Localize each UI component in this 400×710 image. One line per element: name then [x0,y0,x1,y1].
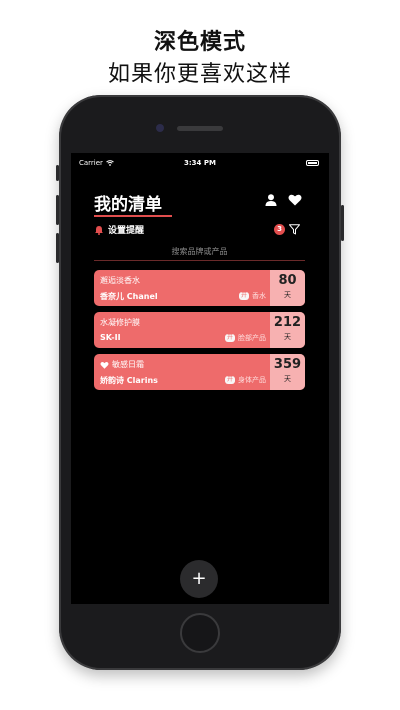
list-item[interactable]: 邂逅淡香水 香奈儿 Chanel 开 香水 80 天 [94,270,305,306]
open-tag: 开 [224,334,235,342]
add-item-button[interactable]: + [180,560,218,598]
item-category: 开 香水 [238,292,266,300]
title-underline [94,215,172,217]
front-camera [156,124,164,132]
item-name: 敏感日霜 [100,359,144,370]
item-category: 开 脸部产品 [224,334,266,342]
item-name: 邂逅淡香水 [100,276,140,285]
favorite-heart-icon [100,361,109,369]
phone-frame: Carrier 3:34 PM 我的清单 设置提醒 3 搜索品牌或产品 邂逅淡香… [56,95,344,670]
status-time: 3:34 PM [184,159,216,167]
open-tag: 开 [224,376,235,384]
open-tag: 开 [238,292,249,300]
days-remaining: 359 天 [270,354,305,390]
volume-down-button [56,233,59,263]
list-item[interactable]: 水凝修护膜 SK-II 开 脸部产品 212 天 [94,312,305,348]
days-unit: 天 [284,333,291,341]
home-button[interactable] [180,613,220,653]
app-screen: Carrier 3:34 PM 我的清单 设置提醒 3 搜索品牌或产品 邂逅淡香… [71,153,329,604]
plus-icon: + [191,568,207,589]
item-brand: 香奈儿 Chanel [100,292,158,301]
days-count: 359 [273,357,302,372]
volume-up-button [56,195,59,225]
item-main[interactable]: 水凝修护膜 SK-II 开 脸部产品 [94,312,270,348]
item-brand: SK-II [100,333,121,342]
status-bar: Carrier 3:34 PM [71,159,329,171]
promo-subtitle: 如果你更喜欢这样 [107,62,292,87]
days-remaining: 212 天 [270,312,305,348]
days-remaining: 80 天 [270,270,305,306]
notification-badge: 3 [274,224,285,235]
mute-switch [56,165,59,181]
reminder-label: 设置提醒 [108,226,145,236]
promo-title: 深色模式 [153,30,246,55]
item-brand: 娇韵诗 Clarins [100,376,158,385]
item-name: 水凝修护膜 [100,318,140,327]
days-count: 212 [273,315,302,330]
heart-icon[interactable] [288,193,302,207]
item-category: 开 身体产品 [224,376,266,384]
item-main[interactable]: 敏感日霜 娇韵诗 Clarins 开 身体产品 [94,354,270,390]
item-main[interactable]: 邂逅淡香水 香奈儿 Chanel 开 香水 [94,270,270,306]
bell-icon [95,225,103,235]
user-icon[interactable] [264,193,278,207]
set-reminder-button[interactable]: 设置提醒 [94,223,144,236]
days-unit: 天 [284,375,291,383]
filter-icon[interactable] [289,224,300,235]
days-count: 80 [278,273,297,288]
search-underline [94,260,305,261]
power-button [341,205,344,241]
days-unit: 天 [284,291,291,299]
battery-icon [306,160,319,166]
list-item[interactable]: 敏感日霜 娇韵诗 Clarins 开 身体产品 359 天 [94,354,305,390]
earpiece-speaker [177,126,223,131]
search-input[interactable]: 搜索品牌或产品 [94,246,305,257]
page-title: 我的清单 [94,195,162,215]
